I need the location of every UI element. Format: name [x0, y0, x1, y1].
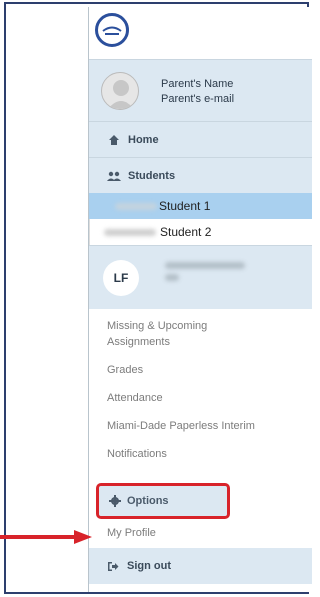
redacted-name [165, 262, 245, 269]
selected-student-header[interactable]: LF [89, 245, 312, 309]
redacted-detail [165, 274, 179, 281]
district-logo-icon[interactable] [95, 13, 129, 47]
student-2-item[interactable]: Student 2 [89, 219, 312, 245]
pointer-arrow-icon [0, 530, 92, 544]
nav-home-label: Home [128, 133, 159, 146]
link-paperless-interim[interactable]: Miami-Dade Paperless Interim [89, 418, 312, 434]
student-2-label: Student 2 [160, 225, 212, 239]
users-icon [107, 169, 121, 183]
sign-out-label: Sign out [127, 560, 171, 572]
options-button[interactable]: Options [96, 483, 230, 519]
home-icon [107, 133, 121, 147]
nav-home[interactable]: Home [89, 121, 312, 157]
sign-out-icon [107, 561, 119, 572]
student-1-label: Student 1 [159, 199, 211, 213]
link-missing-upcoming[interactable]: Missing & Upcoming [89, 318, 312, 334]
sign-out-button[interactable]: Sign out [89, 548, 312, 584]
link-notifications[interactable]: Notifications [89, 446, 312, 462]
student-initials-badge: LF [103, 260, 139, 296]
avatar [101, 72, 139, 110]
nav-students[interactable]: Students [89, 157, 312, 193]
link-grades[interactable]: Grades [89, 362, 312, 378]
gear-icon [109, 495, 121, 507]
options-label: Options [127, 495, 169, 507]
parent-name: Parent's Name [161, 78, 234, 90]
link-attendance[interactable]: Attendance [89, 390, 312, 406]
parent-email: Parent's e-mail [161, 93, 235, 105]
student-links: Missing & Upcoming Assignments Grades At… [89, 309, 312, 462]
link-missing-upcoming-cont[interactable]: Assignments [89, 334, 312, 350]
my-profile-link[interactable]: My Profile [89, 522, 312, 544]
logo-bar [89, 7, 312, 59]
nav-students-label: Students [128, 169, 176, 182]
student-1-item[interactable]: Student 1 [89, 193, 312, 219]
redacted-name [115, 203, 157, 210]
redacted-name [104, 229, 156, 236]
parent-profile[interactable]: Parent's Name Parent's e-mail [89, 59, 312, 121]
